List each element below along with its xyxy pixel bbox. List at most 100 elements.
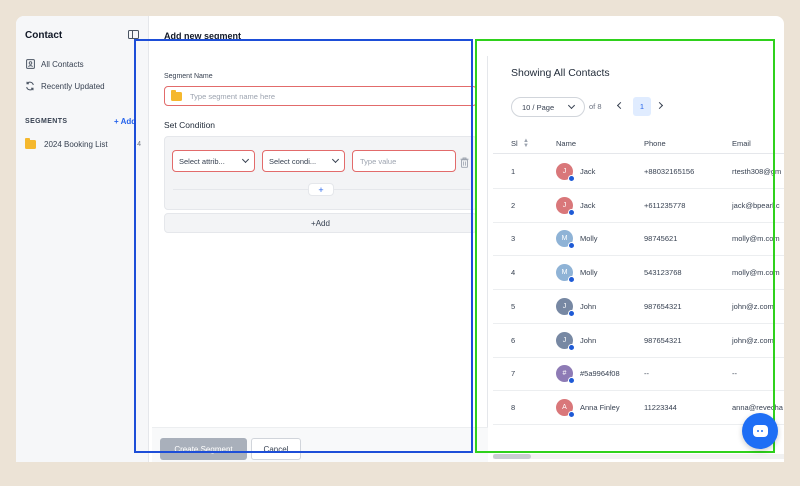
row-sl: 7	[511, 369, 516, 379]
create-segment-button[interactable]: Create Segment	[160, 438, 247, 460]
sidebar-item-recently-updated[interactable]: Recently Updated	[25, 79, 105, 93]
row-name[interactable]: Molly	[580, 234, 598, 243]
per-page-select[interactable]: 10 / Page	[511, 97, 585, 117]
segment-name-label: Segment Name	[164, 73, 213, 80]
row-email: jack@bpearl.c	[732, 200, 780, 210]
row-phone: 98745621	[644, 234, 678, 244]
table-row[interactable]: 8 A Anna Finley 11223344 anna@revecha	[493, 391, 784, 425]
cancel-button[interactable]: Cancel	[251, 438, 301, 460]
row-phone: 987654321	[644, 301, 682, 311]
sidebar-item-label: All Contacts	[41, 59, 84, 69]
attribute-select[interactable]: Select attrib...	[172, 150, 255, 172]
avatar: M	[556, 264, 575, 284]
avatar: J	[556, 196, 575, 216]
avatar-initial: J	[562, 168, 567, 175]
table-row[interactable]: 1 J Jack +88032165156 rtesth308@gm	[493, 155, 784, 189]
table-row[interactable]: 5 J John 987654321 john@z.com	[493, 290, 784, 324]
scrollbar-thumb[interactable]	[493, 454, 531, 459]
table-row[interactable]: 3 M Molly 98745621 molly@m.com	[493, 222, 784, 257]
add-group-button[interactable]: +Add	[164, 213, 477, 233]
condition-select-value: Select condi...	[269, 156, 317, 166]
avatar: J	[556, 297, 575, 317]
folder-icon	[25, 138, 36, 149]
avatar-initial: A	[562, 403, 567, 411]
next-page-icon[interactable]	[655, 101, 664, 110]
row-email: molly@m.com	[732, 268, 780, 278]
avatar-initial: J	[562, 201, 567, 209]
avatar-initial: J	[562, 336, 567, 344]
row-name[interactable]: John	[580, 336, 596, 345]
horizontal-scrollbar[interactable]	[493, 454, 784, 459]
table-row[interactable]: 7 # #5a9964f08 -- --	[493, 357, 784, 392]
table-row[interactable]: 2 J Jack +611235778 jack@bpearl.c	[493, 189, 784, 223]
sidebar-item-all-contacts[interactable]: All Contacts	[25, 57, 84, 71]
row-name[interactable]: Anna Finley	[580, 403, 620, 412]
row-name[interactable]: Jack	[580, 167, 595, 176]
row-name[interactable]: #5a9964f08	[580, 369, 620, 378]
messenger-badge-icon	[568, 276, 575, 284]
set-condition-label: Set Condition	[164, 120, 216, 130]
row-email: john@z.com	[732, 335, 774, 345]
column-header-name: Name	[556, 139, 577, 148]
row-sl: 5	[511, 301, 516, 311]
row-phone: 987654321	[644, 335, 682, 345]
messenger-badge-icon	[568, 343, 575, 351]
row-email: --	[732, 369, 737, 379]
avatar-initial: J	[562, 302, 567, 310]
avatar-initial: M	[561, 235, 568, 243]
messenger-badge-icon	[568, 242, 575, 250]
row-phone: 11223344	[644, 402, 677, 412]
avatar-initial: M	[561, 269, 568, 277]
condition-select[interactable]: Select condi...	[262, 150, 345, 172]
row-sl: 4	[511, 268, 516, 278]
prev-page-icon[interactable]	[616, 101, 625, 110]
per-page-value: 10 / Page	[522, 102, 555, 112]
row-sl: 1	[511, 167, 516, 176]
page-title: Add new segment	[164, 31, 242, 41]
chat-icon	[752, 425, 768, 437]
chat-button[interactable]	[742, 413, 778, 449]
row-sl: 6	[511, 335, 516, 345]
row-name[interactable]: Molly	[580, 268, 598, 277]
contacts-panel: Showing All Contacts 10 / Page of 8 1 Sl…	[493, 56, 784, 462]
sort-icon[interactable]: ▲ ▼	[523, 138, 529, 149]
column-header-sl[interactable]: Sl	[511, 139, 518, 148]
sidebar: Contact All Contacts Recently Updated SE…	[16, 16, 149, 462]
condition-value-input[interactable]: Type value	[352, 150, 456, 172]
avatar: #	[556, 365, 575, 385]
add-segment-button[interactable]: + Add	[114, 117, 136, 126]
segment-list-label: 2024 Booking List	[44, 140, 108, 149]
column-header-phone: Phone	[644, 139, 666, 148]
sidebar-collapse-icon[interactable]	[128, 30, 139, 39]
row-phone: --	[644, 369, 649, 379]
segment-list-item[interactable]: 2024 Booking List 4	[25, 138, 141, 149]
messenger-badge-icon	[568, 175, 575, 182]
chevron-down-icon	[241, 155, 250, 164]
condition-box: Select attrib... Select condi... Type va…	[164, 136, 477, 210]
avatar: J	[556, 331, 575, 351]
contacts-title: Showing All Contacts	[511, 67, 610, 79]
row-phone: +88032165156	[644, 167, 695, 176]
row-sl: 3	[511, 234, 516, 244]
messenger-badge-icon	[568, 377, 575, 385]
column-header-email: Email	[732, 139, 751, 148]
table-row[interactable]: 6 J John 987654321 john@z.com	[493, 324, 784, 358]
contact-book-icon	[25, 59, 35, 69]
chevron-down-icon	[567, 101, 576, 110]
avatar: A	[556, 398, 575, 418]
messenger-badge-icon	[568, 208, 575, 216]
add-condition-button[interactable]: +	[308, 183, 334, 196]
row-email: john@z.com	[732, 301, 774, 311]
table-row[interactable]: 4 M Molly 543123768 molly@m.com	[493, 256, 784, 291]
row-name[interactable]: Jack	[580, 201, 595, 210]
page-count: of 8	[589, 102, 602, 111]
attribute-select-value: Select attrib...	[179, 156, 225, 166]
current-page-button[interactable]: 1	[633, 97, 651, 116]
folder-icon	[171, 89, 182, 101]
trash-icon[interactable]	[460, 155, 469, 168]
condition-value-placeholder: Type value	[360, 156, 397, 166]
segment-name-input[interactable]: Type segment name here	[164, 86, 477, 106]
row-phone: +611235778	[644, 200, 686, 210]
app-window: Contact All Contacts Recently Updated SE…	[16, 16, 784, 462]
row-name[interactable]: John	[580, 302, 596, 311]
